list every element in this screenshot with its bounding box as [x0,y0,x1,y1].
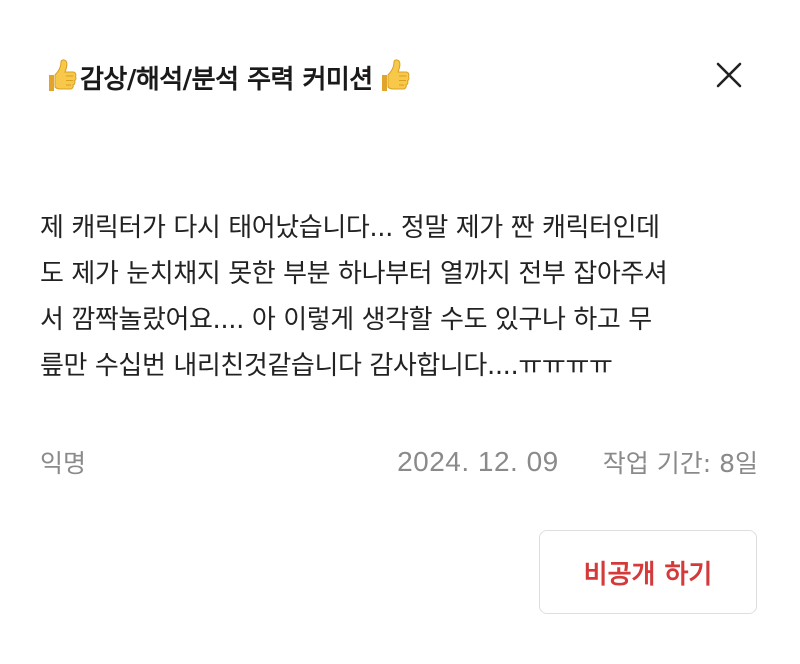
work-period: 작업 기간: 8일 [602,449,758,478]
close-button[interactable] [712,58,746,92]
review-date: 2024. 12. 09 [397,446,559,477]
review-modal: 감상/해석/분석 주력 커미션 제 캐릭터가 다시 태어났습니다... 정말 제… [0,0,800,664]
modal-title: 감상/해석/분석 주력 커미션 [40,57,413,97]
thumbs-up-icon [373,57,413,97]
review-meta: 익명 2024. 12. 09 작업 기간: 8일 [40,440,758,484]
modal-header: 감상/해석/분석 주력 커미션 [40,52,760,102]
review-author: 익명 [40,449,87,478]
review-text: 제 캐릭터가 다시 태어났습니다... 정말 제가 짠 캐릭터인데 도 제가 눈… [40,213,668,381]
close-icon [716,62,742,88]
thumbs-up-icon [40,57,80,97]
modal-title-text: 감상/해석/분석 주력 커미션 [80,64,373,95]
make-private-button[interactable]: 비공개 하기 [539,530,757,614]
